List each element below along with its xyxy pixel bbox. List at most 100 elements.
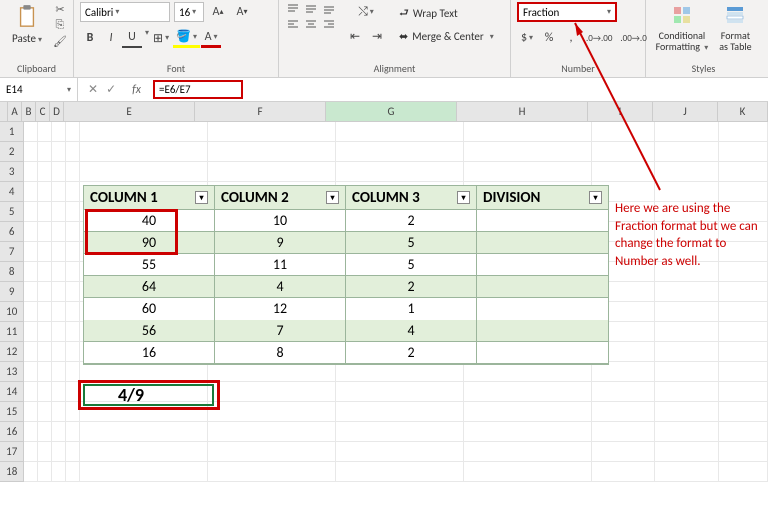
align-bottom-icon[interactable] [321,2,337,16]
cell-k15[interactable] [719,402,768,422]
cell-a11[interactable] [24,322,38,342]
cell-j1[interactable] [655,122,719,142]
cell-g18[interactable] [336,462,464,482]
cell-d4[interactable] [66,182,80,202]
table-cell[interactable]: 55 [84,254,215,276]
cell-d17[interactable] [66,442,80,462]
cell-d2[interactable] [66,142,80,162]
cell-a10[interactable] [24,302,38,322]
fill-color-button[interactable]: 🪣▾ [173,28,200,48]
cell-f18[interactable] [208,462,336,482]
cell-e17[interactable] [80,442,208,462]
cell-c9[interactable] [52,282,66,302]
cell-h13[interactable] [464,362,592,382]
cell-b18[interactable] [38,462,52,482]
table-cell[interactable]: 7 [215,320,346,342]
cell-d7[interactable] [66,242,80,262]
increase-font-icon[interactable]: A▴ [208,2,228,22]
cell-d14[interactable] [66,382,80,402]
table-cell[interactable]: 64 [84,276,215,298]
cell-k3[interactable] [719,162,768,182]
cell-b3[interactable] [38,162,52,182]
cell-i3[interactable] [592,162,656,182]
column-header-e[interactable]: E [64,102,195,121]
percent-icon[interactable]: % [539,28,559,48]
cell-j10[interactable] [655,302,719,322]
cell-a16[interactable] [24,422,38,442]
row-header-7[interactable]: 7 [0,242,24,262]
cell-k9[interactable] [719,282,768,302]
orientation-icon[interactable]: ⤭▾ [345,2,387,22]
cell-f3[interactable] [208,162,336,182]
decrease-decimal-icon[interactable]: .00→.0 [617,28,649,48]
cell-h3[interactable] [464,162,592,182]
underline-button[interactable]: U [122,28,142,48]
currency-icon[interactable]: $▾ [517,28,537,48]
column-header-k[interactable]: K [718,102,768,121]
align-top-icon[interactable] [285,2,301,16]
table-header[interactable]: DIVISION▾ [477,186,608,210]
filter-icon[interactable]: ▾ [195,191,208,204]
cell-a14[interactable] [24,382,38,402]
cell-d13[interactable] [66,362,80,382]
cell-i15[interactable] [592,402,656,422]
align-middle-icon[interactable] [303,2,319,16]
cell-a7[interactable] [24,242,38,262]
cell-d18[interactable] [66,462,80,482]
cell-k16[interactable] [719,422,768,442]
cell-j2[interactable] [655,142,719,162]
column-header-j[interactable]: J [653,102,718,121]
table-cell[interactable]: 4 [215,276,346,298]
table-cell[interactable]: 90 [84,232,215,254]
cell-a6[interactable] [24,222,38,242]
column-header-a[interactable]: A [8,102,22,121]
row-header-2[interactable]: 2 [0,142,24,162]
align-center-icon[interactable] [303,18,319,32]
cell-b17[interactable] [38,442,52,462]
cell-g3[interactable] [336,162,464,182]
table-cell[interactable]: 5 [346,232,477,254]
cell-a2[interactable] [24,142,38,162]
cell-c6[interactable] [52,222,66,242]
cell-c11[interactable] [52,322,66,342]
table-cell[interactable]: 2 [346,342,477,364]
select-all-corner[interactable] [0,102,8,121]
cell-b7[interactable] [38,242,52,262]
formula-enter-icon[interactable]: ✓ [106,82,116,97]
cell-i16[interactable] [592,422,656,442]
table-cell[interactable]: 8 [215,342,346,364]
table-cell[interactable]: 9 [215,232,346,254]
cell-d8[interactable] [66,262,80,282]
cell-b1[interactable] [38,122,52,142]
row-header-10[interactable]: 10 [0,302,24,322]
cell-e1[interactable] [80,122,208,142]
cell-j4[interactable] [655,182,719,202]
cell-b11[interactable] [38,322,52,342]
cell-c12[interactable] [52,342,66,362]
cell-f14[interactable] [208,382,336,402]
decrease-indent-icon[interactable]: ⇤ [345,26,365,46]
cell-c8[interactable] [52,262,66,282]
cell-c3[interactable] [52,162,66,182]
row-header-15[interactable]: 15 [0,402,24,422]
font-color-button[interactable]: A▾ [201,28,221,48]
cell-k17[interactable] [719,442,768,462]
cell-h1[interactable] [464,122,592,142]
table-cell[interactable]: 60 [84,298,215,320]
cell-j11[interactable] [655,322,719,342]
cell-f13[interactable] [208,362,336,382]
cell-i1[interactable] [592,122,656,142]
cell-c5[interactable] [52,202,66,222]
cell-d12[interactable] [66,342,80,362]
cell-b4[interactable] [38,182,52,202]
cell-c17[interactable] [52,442,66,462]
row-header-8[interactable]: 8 [0,262,24,282]
bold-button[interactable]: B [80,28,100,48]
cell-a3[interactable] [24,162,38,182]
table-cell[interactable]: 10 [215,210,346,232]
cell-j12[interactable] [655,342,719,362]
cell-a18[interactable] [24,462,38,482]
border-button[interactable]: ⊞▾ [150,28,172,48]
cell-f15[interactable] [208,402,336,422]
column-header-i[interactable]: I [588,102,653,121]
